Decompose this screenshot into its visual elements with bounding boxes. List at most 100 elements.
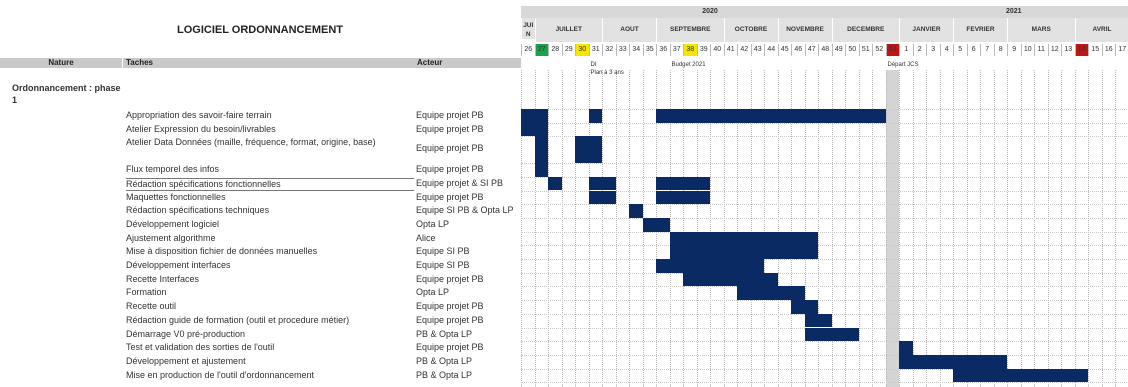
gantt-bar (669, 231, 818, 246)
grid-line (1061, 70, 1062, 387)
grid-line (1007, 70, 1008, 387)
week-number: 42 (737, 44, 751, 56)
gantt-bar (521, 122, 548, 137)
week-number: 15 (1088, 44, 1102, 56)
month-label: AVRIL (1074, 18, 1128, 42)
task-name: Développement et ajustement (126, 355, 246, 366)
gantt-bar (534, 163, 548, 177)
grid-line (939, 70, 941, 387)
grid-line (885, 70, 887, 387)
week-number: 26 (521, 44, 535, 56)
week-number: 34 (629, 44, 643, 56)
task-name: Appropriation des savoir-faire terrain (126, 110, 272, 120)
task-actor: PB & Opta LP (416, 355, 473, 366)
task-actor: Equipe projet PB (416, 301, 484, 312)
grid-line (1115, 70, 1116, 387)
task-name: Atelier Expression du besoin/livrables (126, 123, 276, 134)
month-label: JUI N (521, 18, 535, 39)
grid-line (561, 70, 563, 387)
holiday-shade (885, 70, 899, 387)
task-name: Rédaction spécifications techniques (126, 205, 270, 216)
week-number: 37 (669, 44, 684, 56)
grid-line (615, 70, 617, 387)
gantt-bar (804, 327, 859, 342)
grid-line (926, 70, 927, 387)
grid-line (912, 70, 914, 387)
week-number: 14 (1074, 44, 1088, 56)
gantt-bar (656, 259, 670, 273)
task-actor: Equipe SI PB (416, 260, 470, 270)
week-number: 30 (575, 44, 589, 56)
week-number: 38 (683, 44, 697, 56)
task-name: Flux temporel des infos (126, 164, 220, 175)
week-number: 11 (1034, 44, 1048, 56)
week-number: 16 (1101, 44, 1116, 56)
grid-line (629, 70, 630, 387)
week-number: 13 (1061, 44, 1075, 56)
gantt-bar (791, 300, 818, 314)
task-actor: Alice (416, 232, 436, 243)
gantt-bar (1074, 368, 1088, 383)
timeline-note: Budget 2021 (671, 62, 706, 68)
task-actor: Equipe projet PB (416, 273, 484, 284)
grid-line (980, 70, 981, 387)
grid-line (548, 70, 549, 387)
week-number: 40 (710, 44, 724, 56)
row-line (521, 272, 1128, 274)
grid-line (1047, 70, 1049, 387)
grid-line (602, 70, 603, 387)
year-label: 2021 (1005, 8, 1022, 15)
week-number: 2 (912, 44, 927, 56)
task-actor: Equipe projet PB (416, 110, 484, 120)
row-line (521, 217, 1128, 219)
gantt-bar (953, 354, 1007, 369)
month-label: NOVEMBRE (777, 18, 832, 42)
row-line (521, 204, 1128, 206)
gantt-bar (656, 176, 710, 191)
task-actor: Opta LP (416, 218, 450, 229)
gantt-bar (899, 341, 913, 355)
task-name: Rédaction guide de formation (outil et p… (126, 314, 350, 325)
task-actor: Equipe projet PB (416, 143, 484, 154)
task-name: Rédaction spécifications fonctionnelles (126, 177, 414, 191)
grid-line (1074, 70, 1076, 387)
timeline-note: Départ JCS (887, 62, 919, 68)
month-label: MARS (1007, 18, 1075, 42)
gantt-bar (804, 313, 832, 328)
week-number: 39 (696, 44, 711, 56)
gantt-bar (669, 259, 764, 273)
task-actor: PB & Opta LP (416, 328, 473, 339)
task-name: Atelier Data Données (maille, fréquence,… (126, 137, 376, 148)
task-name: Développement interfaces (126, 260, 231, 270)
week-number: 44 (764, 44, 778, 56)
month-label: JUILLET (534, 18, 602, 42)
grid-line (1020, 70, 1022, 387)
column-header-nature: Nature (0, 58, 123, 68)
task-name: Formation (126, 287, 167, 298)
row-line (521, 382, 1128, 384)
task-name: Développement logiciel (126, 218, 220, 229)
week-number: 35 (642, 44, 657, 56)
week-number: 48 (818, 44, 832, 56)
page-title: LOGICIEL ORDONNANCEMENT (176, 24, 344, 36)
gantt-bar (588, 190, 616, 205)
month-label: JANVIER (899, 18, 953, 42)
grid-line (993, 70, 995, 387)
column-header-taches: Taches (124, 58, 417, 68)
task-name: Recette outil (126, 301, 177, 312)
gantt-bar (953, 368, 1075, 383)
week-number: 36 (656, 44, 670, 56)
grid-line (966, 70, 968, 387)
week-number: 1 (899, 44, 913, 56)
week-number: 3 (926, 44, 940, 56)
task-actor: Opta LP (416, 287, 450, 298)
week-number: 6 (966, 44, 981, 56)
week-number: 53 (885, 44, 899, 56)
row-line (521, 163, 1128, 165)
grid-line (953, 70, 954, 387)
year-label: 2020 (702, 8, 718, 15)
task-name: Recette Interfaces (126, 273, 200, 284)
gantt-bar (656, 109, 886, 123)
gantt-sheet: LOGICIEL ORDONNANCEMENT Nature Taches Ac… (0, 0, 1128, 387)
row-line (521, 122, 1128, 124)
